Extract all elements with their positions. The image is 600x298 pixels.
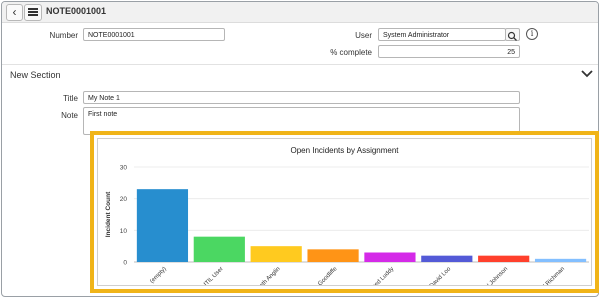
x-tick-label: Don Goodliffe xyxy=(308,266,339,285)
chevron-left-icon: ‹ xyxy=(12,5,17,19)
back-button[interactable]: ‹ xyxy=(6,4,23,21)
user-field[interactable]: System Administrator xyxy=(378,28,506,41)
y-tick-label: 0 xyxy=(123,260,127,267)
bar-empty[interactable] xyxy=(136,189,189,262)
bar-david-loo[interactable] xyxy=(421,255,473,262)
bar-fred-luddy[interactable] xyxy=(364,252,416,263)
search-icon xyxy=(507,31,517,41)
bar-itil-user[interactable] xyxy=(193,236,245,262)
bar-beth-anglin[interactable] xyxy=(250,246,302,262)
number-label: Number xyxy=(49,31,78,40)
user-label: User xyxy=(355,31,372,40)
percent-complete-label: % complete xyxy=(330,48,372,57)
section-title: New Section xyxy=(10,70,61,80)
section-divider xyxy=(2,64,598,65)
hamburger-icon xyxy=(28,8,38,10)
title-label: Title xyxy=(63,94,78,103)
record-title: NOTE0001001 xyxy=(46,6,107,16)
user-lookup-button[interactable] xyxy=(505,28,520,41)
chart-highlight-frame: Open Incidents by Assignment 0 10 20 30 Inci… xyxy=(90,131,599,293)
y-axis-label: Incident Count xyxy=(105,191,112,237)
x-tick-label: (empty) xyxy=(149,266,168,285)
info-icon[interactable]: i xyxy=(526,28,538,40)
header-bar: ‹ NOTE0001001 xyxy=(2,2,598,23)
x-tick-label: Fred Luddy xyxy=(370,266,396,285)
note-label: Note xyxy=(61,111,78,120)
x-tick-label: nard Johnson xyxy=(479,266,509,285)
title-field[interactable]: My Note 1 xyxy=(83,91,520,104)
y-tick-label: 20 xyxy=(120,196,128,203)
bar-don-goodliffe[interactable] xyxy=(307,249,359,262)
chart-plot: 0 10 20 30 Incident Count (empty) ITIL User Bet… xyxy=(105,165,589,285)
percent-complete-field[interactable]: 25 xyxy=(378,45,520,58)
bar-bernard-johnson[interactable] xyxy=(478,255,530,262)
y-tick-label: 10 xyxy=(120,228,128,235)
open-incidents-chart[interactable]: Open Incidents by Assignment 0 10 20 30 Inci… xyxy=(97,138,592,286)
menu-button[interactable] xyxy=(24,4,42,21)
bar-bud-richman[interactable] xyxy=(534,258,587,262)
x-tick-label: Beth Anglin xyxy=(256,266,282,285)
number-field[interactable]: NOTE0001001 xyxy=(83,28,225,41)
chevron-down-icon[interactable] xyxy=(580,68,594,80)
y-tick-label: 30 xyxy=(120,165,128,172)
x-tick-label: Bud Richman xyxy=(536,266,566,285)
x-tick-label: ITIL User xyxy=(203,266,225,285)
x-tick-label: David Loo xyxy=(429,266,453,285)
